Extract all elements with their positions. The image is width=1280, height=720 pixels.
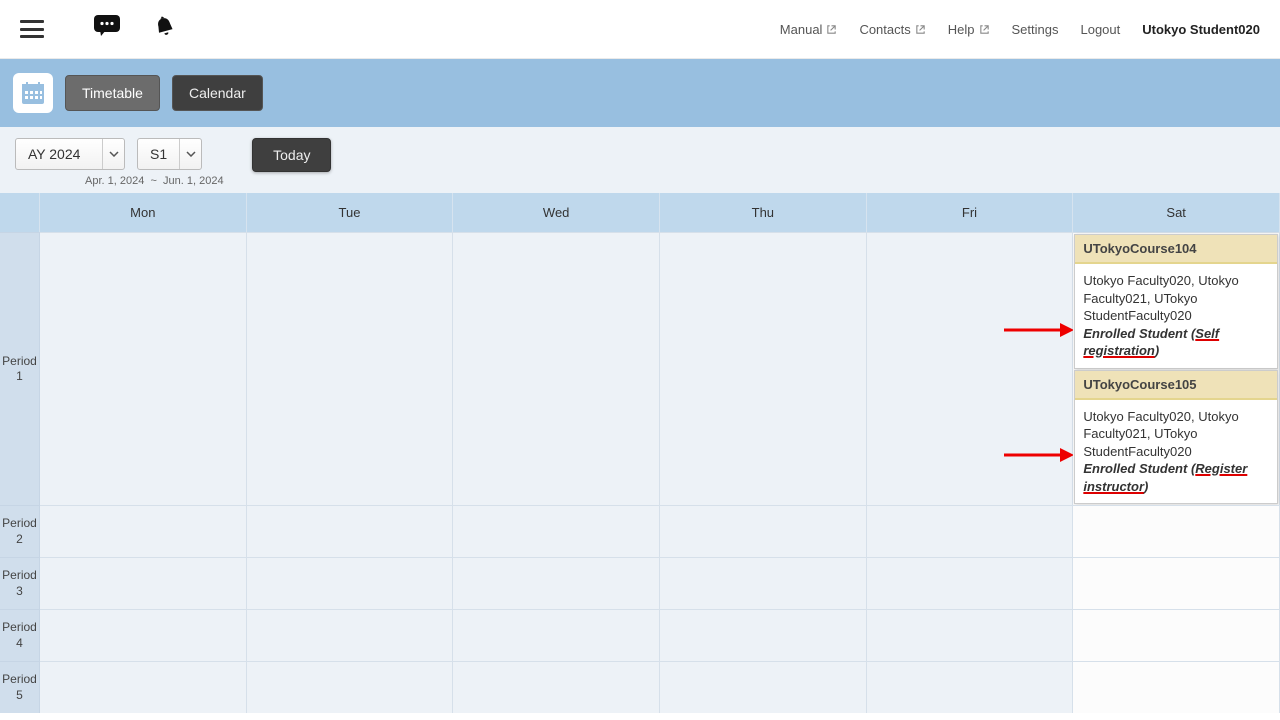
course-body: Utokyo Faculty020, Utokyo Faculty021, UT…: [1075, 400, 1277, 504]
row-period-3: Period 3: [0, 557, 1280, 609]
course-card-105[interactable]: UTokyoCourse105 Utokyo Faculty020, Utoky…: [1074, 370, 1278, 505]
top-icons: [94, 15, 178, 44]
today-button[interactable]: Today: [252, 138, 331, 172]
chevron-down-icon: [179, 139, 201, 169]
course-title: UTokyoCourse104: [1075, 235, 1277, 264]
period-1-label: Period 1: [0, 232, 40, 505]
course-faculty: Utokyo Faculty020, Utokyo Faculty021, UT…: [1083, 272, 1269, 325]
chevron-down-icon: [102, 139, 124, 169]
manual-label: Manual: [780, 22, 823, 37]
filterbar: AY 2024 S1 Today: [0, 127, 1280, 175]
topbar: Manual Contacts Help Settings Logout Uto…: [0, 0, 1280, 59]
row-period-5: Period 5: [0, 661, 1280, 713]
cell-mon-4[interactable]: [40, 609, 247, 661]
tabbar: Timetable Calendar: [0, 59, 1280, 127]
cell-fri-3[interactable]: [867, 557, 1074, 609]
course-card-104[interactable]: UTokyoCourse104 Utokyo Faculty020, Utoky…: [1074, 234, 1278, 369]
external-icon: [915, 24, 926, 35]
range-from: Apr. 1, 2024: [85, 175, 144, 187]
external-icon: [979, 24, 990, 35]
cell-mon-3[interactable]: [40, 557, 247, 609]
enrollment-status: Enrolled Student (Self registration): [1083, 325, 1269, 360]
course-body: Utokyo Faculty020, Utokyo Faculty021, UT…: [1075, 264, 1277, 368]
calendar-icon[interactable]: [13, 73, 53, 113]
tab-timetable[interactable]: Timetable: [65, 75, 160, 111]
header-tue: Tue: [247, 193, 454, 232]
cell-thu-4[interactable]: [660, 609, 867, 661]
status-suffix: ): [1155, 343, 1159, 358]
cell-wed-1[interactable]: [453, 232, 660, 505]
year-value: AY 2024: [16, 139, 102, 169]
header-row: Mon Tue Wed Thu Fri Sat: [0, 193, 1280, 232]
term-value: S1: [138, 139, 179, 169]
annotation-arrow-2: [1004, 446, 1074, 464]
cell-fri-2[interactable]: [867, 505, 1074, 557]
annotation-arrow-1: [1004, 321, 1074, 339]
cell-sat-4[interactable]: [1073, 609, 1280, 661]
cell-thu-2[interactable]: [660, 505, 867, 557]
status-suffix: ): [1144, 479, 1148, 494]
row-period-1: Period 1 UTokyoCourse104 Utokyo Faculty0…: [0, 232, 1280, 505]
course-title: UTokyoCourse105: [1075, 371, 1277, 400]
period-5-label: Period 5: [0, 661, 40, 713]
enrollment-status: Enrolled Student (Register instructor): [1083, 460, 1269, 495]
period-4-label: Period 4: [0, 609, 40, 661]
logout-link[interactable]: Logout: [1080, 22, 1120, 37]
cell-sat-5[interactable]: [1073, 661, 1280, 713]
header-thu: Thu: [660, 193, 867, 232]
bell-icon[interactable]: [152, 15, 178, 44]
contacts-label: Contacts: [859, 22, 910, 37]
date-range: Apr. 1, 2024 ~ Jun. 1, 2024: [0, 175, 1280, 193]
cell-mon-1[interactable]: [40, 232, 247, 505]
status-prefix: Enrolled Student (: [1083, 326, 1195, 341]
header-fri: Fri: [867, 193, 1074, 232]
cell-tue-3[interactable]: [247, 557, 454, 609]
cell-mon-5[interactable]: [40, 661, 247, 713]
chat-icon[interactable]: [94, 15, 122, 44]
header-sat: Sat: [1073, 193, 1280, 232]
cell-wed-5[interactable]: [453, 661, 660, 713]
settings-link[interactable]: Settings: [1012, 22, 1059, 37]
row-period-2: Period 2: [0, 505, 1280, 557]
period-3-label: Period 3: [0, 557, 40, 609]
cell-thu-3[interactable]: [660, 557, 867, 609]
manual-link[interactable]: Manual: [780, 22, 838, 37]
cell-wed-3[interactable]: [453, 557, 660, 609]
cell-sat-1[interactable]: UTokyoCourse104 Utokyo Faculty020, Utoky…: [1073, 232, 1280, 505]
cell-sat-3[interactable]: [1073, 557, 1280, 609]
cell-fri-1[interactable]: [867, 232, 1074, 505]
help-label: Help: [948, 22, 975, 37]
topbar-right: Manual Contacts Help Settings Logout Uto…: [780, 22, 1260, 37]
username-label: Utokyo Student020: [1142, 22, 1260, 37]
period-2-label: Period 2: [0, 505, 40, 557]
range-sep: ~: [150, 175, 156, 187]
year-dropdown[interactable]: AY 2024: [15, 138, 125, 170]
contacts-link[interactable]: Contacts: [859, 22, 925, 37]
cell-tue-2[interactable]: [247, 505, 454, 557]
cell-thu-1[interactable]: [660, 232, 867, 505]
header-wed: Wed: [453, 193, 660, 232]
cell-sat-2[interactable]: [1073, 505, 1280, 557]
cell-mon-2[interactable]: [40, 505, 247, 557]
range-to: Jun. 1, 2024: [163, 175, 224, 187]
course-faculty: Utokyo Faculty020, Utokyo Faculty021, UT…: [1083, 408, 1269, 461]
external-icon: [826, 24, 837, 35]
timetable-grid: Mon Tue Wed Thu Fri Sat Period 1 UTokyoC…: [0, 193, 1280, 713]
cell-fri-4[interactable]: [867, 609, 1074, 661]
tab-calendar[interactable]: Calendar: [172, 75, 263, 111]
status-prefix: Enrolled Student (: [1083, 461, 1195, 476]
cell-tue-1[interactable]: [247, 232, 454, 505]
cell-wed-2[interactable]: [453, 505, 660, 557]
term-dropdown[interactable]: S1: [137, 138, 202, 170]
header-corner: [0, 193, 40, 232]
cell-fri-5[interactable]: [867, 661, 1074, 713]
cell-wed-4[interactable]: [453, 609, 660, 661]
cell-tue-5[interactable]: [247, 661, 454, 713]
cell-tue-4[interactable]: [247, 609, 454, 661]
cell-thu-5[interactable]: [660, 661, 867, 713]
menu-button[interactable]: [20, 20, 44, 38]
help-link[interactable]: Help: [948, 22, 990, 37]
header-mon: Mon: [40, 193, 247, 232]
row-period-4: Period 4: [0, 609, 1280, 661]
